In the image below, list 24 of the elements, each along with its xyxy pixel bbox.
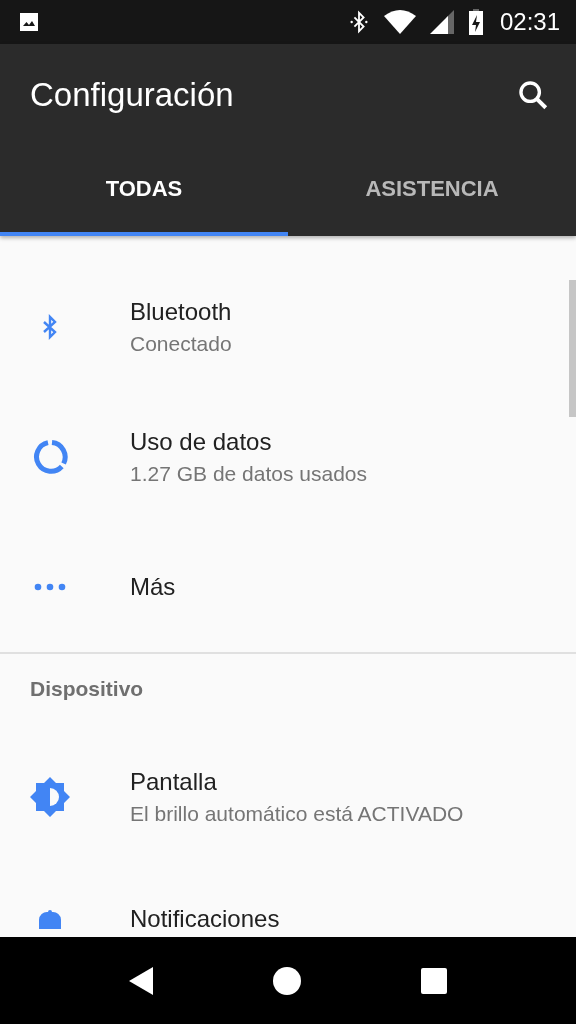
search-icon[interactable] [516, 78, 550, 112]
back-icon[interactable] [129, 966, 154, 995]
tab[interactable]: ASISTENCIA [288, 146, 576, 236]
setting-title[interactable]: Notificaciones [130, 905, 280, 933]
setting-summary: 1.27 GB de datos usados [130, 462, 367, 486]
image-icon [17, 10, 41, 34]
setting-summary: Conectado [130, 332, 232, 356]
setting-title[interactable]: Bluetooth [130, 298, 232, 326]
home-icon[interactable] [272, 965, 302, 996]
more-icon [34, 583, 66, 591]
wifi-icon [383, 10, 416, 34]
setting-title[interactable]: Más [130, 573, 176, 601]
setting-title[interactable]: Uso de datos [130, 428, 367, 456]
signal-icon [429, 10, 454, 34]
brightness-icon [30, 777, 70, 817]
setting-summary: El brillo automático está ACTIVADO [130, 802, 464, 826]
screen-title: Configuración [30, 76, 234, 114]
battery-icon [467, 9, 484, 35]
clock-time: 02:31 [499, 8, 560, 36]
bell-icon [39, 909, 61, 929]
setting-title[interactable]: Pantalla [130, 768, 464, 796]
recents-icon[interactable] [420, 967, 447, 994]
section-header: Dispositivo [29, 676, 145, 702]
data-usage-icon [32, 439, 68, 475]
